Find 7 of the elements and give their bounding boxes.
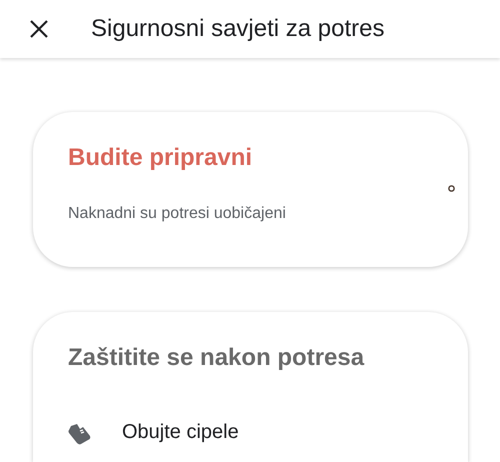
shoe-icon xyxy=(68,424,92,446)
screen-title: Sigurnosni savjeti za potres xyxy=(91,14,384,44)
dot-icon xyxy=(448,185,455,192)
card-subtitle: Naknadni su potresi uobičajeni xyxy=(68,204,287,224)
card-title: Budite pripravni xyxy=(68,143,254,173)
tip-title: Obujte cipele xyxy=(122,420,239,444)
card-title: Zaštitite se nakon potresa xyxy=(68,343,366,373)
